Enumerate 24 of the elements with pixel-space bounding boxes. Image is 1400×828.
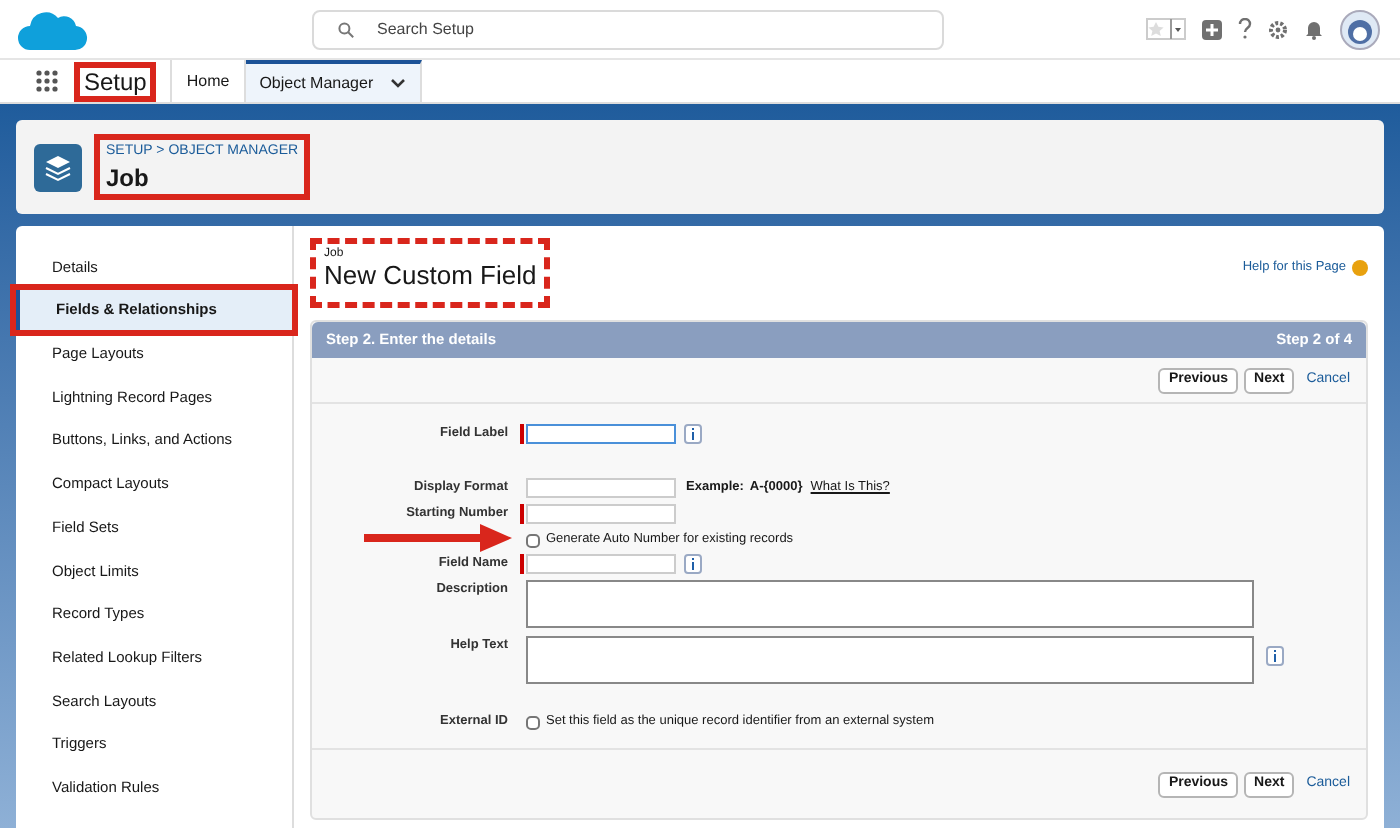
text-field[interactable] — [526, 478, 676, 498]
text-field[interactable] — [526, 554, 676, 574]
nav-tab[interactable]: Object Manager — [245, 60, 422, 102]
avatar-icon[interactable] — [1340, 9, 1380, 49]
checkbox[interactable] — [526, 533, 540, 547]
layers-icon — [34, 143, 82, 191]
info-icon[interactable] — [1266, 646, 1284, 666]
plus-icon[interactable] — [1202, 19, 1222, 39]
page-title: New Custom Field — [324, 262, 537, 290]
text-area[interactable] — [526, 636, 1254, 684]
bell-icon[interactable] — [1304, 19, 1324, 39]
text-area[interactable] — [526, 580, 1254, 628]
text-field[interactable] — [526, 504, 676, 524]
search-field[interactable]: Search Setup — [311, 9, 943, 49]
checkbox[interactable] — [526, 715, 540, 729]
text-field[interactable] — [526, 424, 676, 444]
app-launcher-icon[interactable] — [36, 70, 58, 92]
search-icon — [337, 21, 353, 37]
info-icon[interactable] — [684, 424, 702, 444]
app-name: Setup — [80, 67, 151, 95]
chevron-down-icon — [389, 78, 406, 88]
settings-icon[interactable] — [1268, 19, 1288, 39]
info-icon[interactable] — [684, 554, 702, 574]
object-title: Job — [106, 163, 151, 192]
